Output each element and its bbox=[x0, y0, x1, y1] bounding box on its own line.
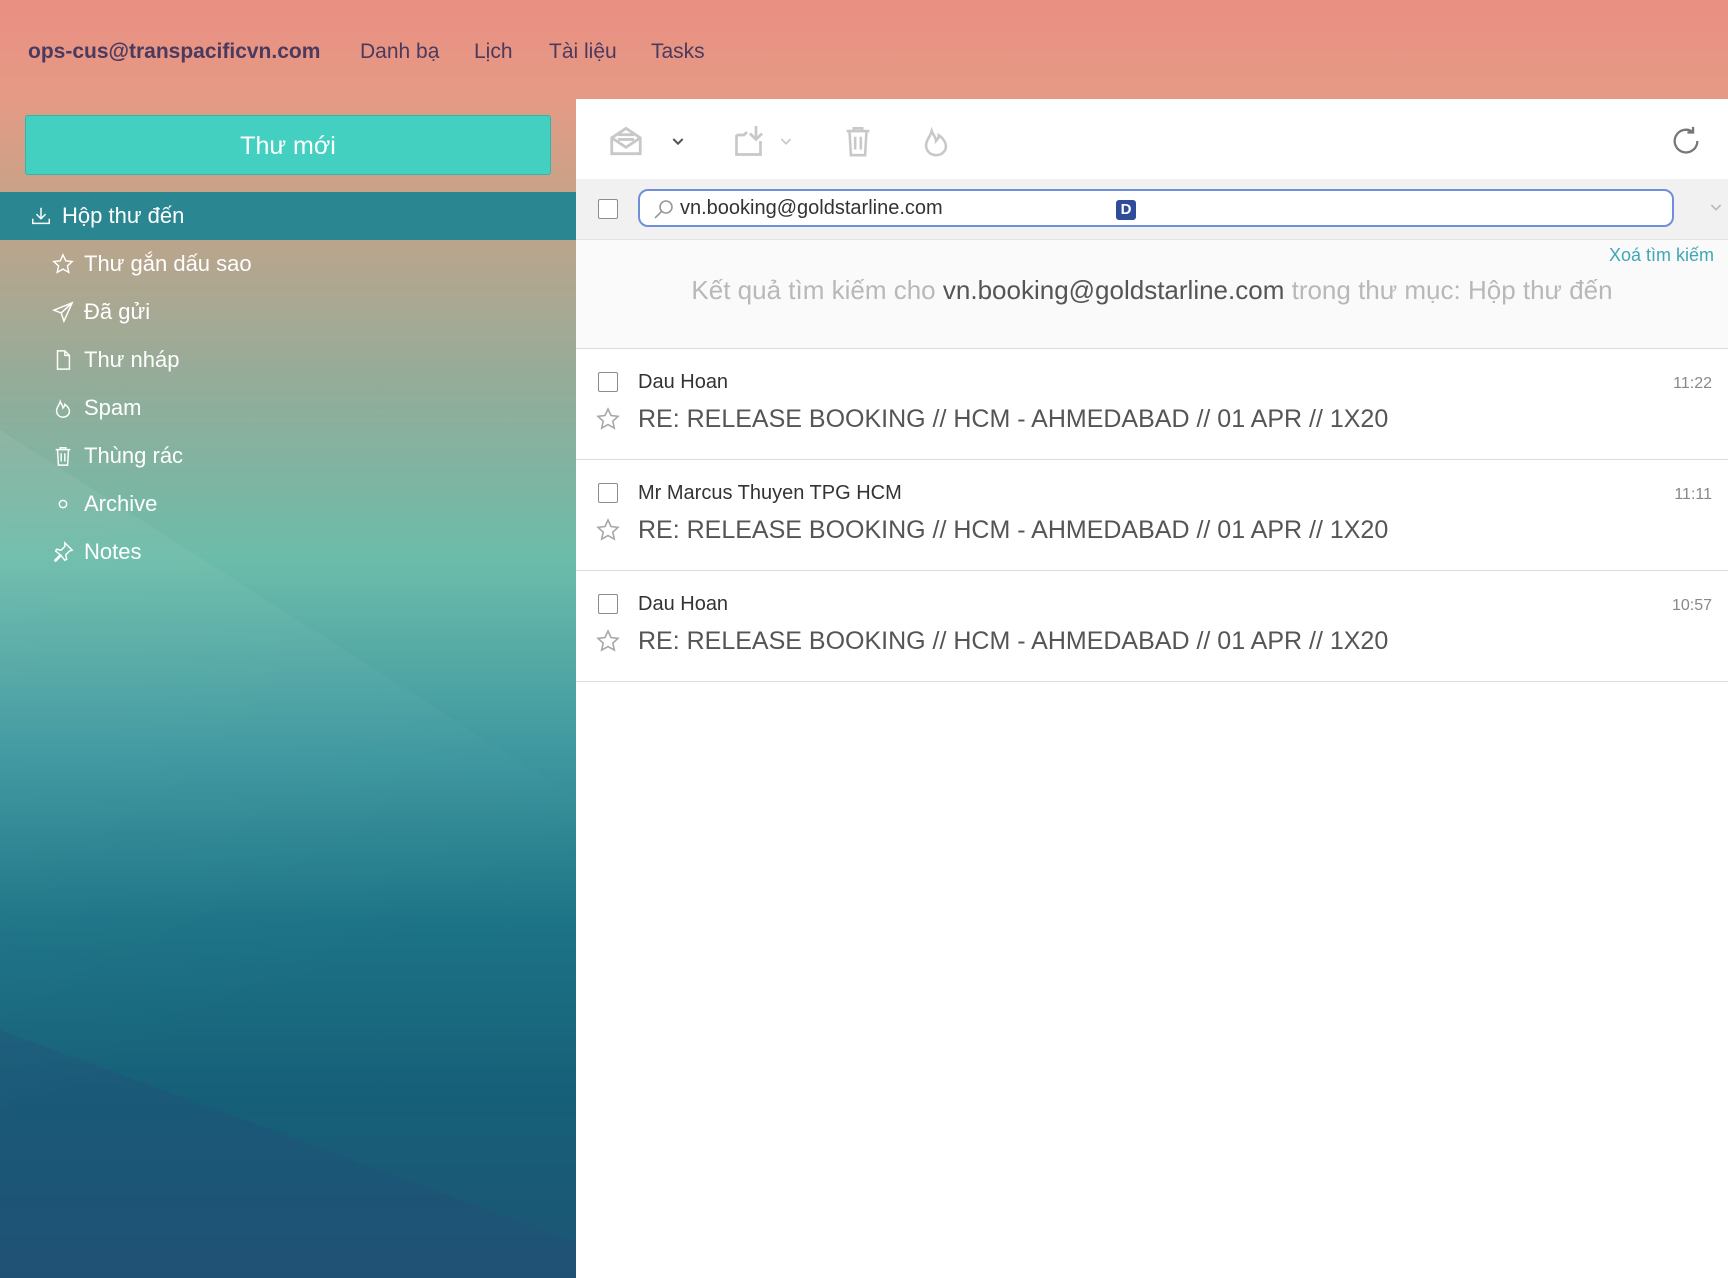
compose-button[interactable]: Thư mới bbox=[25, 115, 551, 175]
search-row: D bbox=[576, 179, 1728, 240]
sidebar-item-sent[interactable]: Đã gửi bbox=[0, 288, 576, 336]
message-row[interactable]: Dau Hoan 10:57 RE: RELEASE BOOKING // HC… bbox=[576, 571, 1728, 682]
inbox-download-icon bbox=[28, 203, 54, 229]
result-query: vn.booking@goldstarline.com bbox=[942, 275, 1285, 305]
clear-search-link[interactable]: Xoá tìm kiếm bbox=[1609, 245, 1714, 266]
message-sender: Mr Marcus Thuyen TPG HCM bbox=[638, 482, 902, 504]
search-result-text: Kết quả tìm kiếm cho vn.booking@goldstar… bbox=[576, 275, 1728, 306]
message-subject: RE: RELEASE BOOKING // HCM - AHMEDABAD /… bbox=[638, 627, 1389, 655]
sidebar-item-starred[interactable]: Thư gắn dấu sao bbox=[0, 240, 576, 288]
sidebar-item-label: Đã gửi bbox=[84, 299, 151, 324]
star-icon[interactable] bbox=[596, 629, 620, 653]
sidebar-item-label: Spam bbox=[84, 395, 142, 420]
move-folder-icon[interactable] bbox=[730, 121, 770, 161]
account-email[interactable]: ops-cus@transpacificvn.com bbox=[28, 40, 320, 64]
paper-plane-icon bbox=[50, 299, 76, 325]
chevron-down-icon[interactable] bbox=[666, 121, 690, 161]
sidebar-item-label: Thư gắn dấu sao bbox=[84, 251, 252, 276]
sidebar-item-label: Archive bbox=[84, 491, 158, 516]
message-subject: RE: RELEASE BOOKING // HCM - AHMEDABAD /… bbox=[638, 516, 1389, 544]
sidebar-item-spam[interactable]: Spam bbox=[0, 384, 576, 432]
message-row[interactable]: Dau Hoan 11:22 RE: RELEASE BOOKING // HC… bbox=[576, 349, 1728, 460]
result-prefix: Kết quả tìm kiếm cho bbox=[691, 275, 936, 305]
message-checkbox[interactable] bbox=[598, 594, 618, 614]
star-icon[interactable] bbox=[596, 407, 620, 431]
select-all-checkbox[interactable] bbox=[598, 199, 618, 219]
pin-icon bbox=[50, 539, 76, 565]
refresh-icon[interactable] bbox=[1666, 121, 1706, 161]
message-row[interactable]: Mr Marcus Thuyen TPG HCM 11:11 RE: RELEA… bbox=[576, 460, 1728, 571]
sidebar-item-label: Thư nháp bbox=[84, 347, 180, 372]
search-box[interactable]: D bbox=[638, 189, 1674, 227]
draft-document-icon bbox=[50, 347, 76, 373]
star-icon[interactable] bbox=[596, 518, 620, 542]
flame-icon[interactable] bbox=[916, 121, 956, 161]
star-icon bbox=[50, 251, 76, 277]
search-input[interactable] bbox=[680, 195, 1060, 221]
message-sender: Dau Hoan bbox=[638, 593, 729, 615]
nav-calendar[interactable]: Lịch bbox=[474, 40, 513, 64]
chevron-down-icon[interactable] bbox=[774, 121, 798, 161]
extension-badge[interactable]: D bbox=[1116, 200, 1136, 220]
sidebar-item-inbox[interactable]: Hộp thư đến bbox=[0, 192, 576, 240]
message-list-panel: D Xoá tìm kiếm Kết quả tìm kiếm cho vn.b… bbox=[576, 99, 1728, 1278]
message-time: 11:22 bbox=[1673, 375, 1712, 392]
flame-icon bbox=[50, 395, 76, 421]
message-checkbox[interactable] bbox=[598, 372, 618, 392]
sidebar-item-trash[interactable]: Thùng rác bbox=[0, 432, 576, 480]
search-icon bbox=[652, 197, 676, 221]
message-subject: RE: RELEASE BOOKING // HCM - AHMEDABAD /… bbox=[638, 405, 1389, 433]
message-time: 10:57 bbox=[1671, 597, 1712, 614]
sidebar-item-label: Hộp thư đến bbox=[62, 203, 185, 228]
top-bar: ops-cus@transpacificvn.com Danh bạ Lịch … bbox=[0, 0, 1728, 100]
sidebar-item-label: Thùng rác bbox=[84, 443, 184, 468]
circle-icon bbox=[50, 491, 76, 517]
toolbar bbox=[576, 99, 1728, 179]
trash-icon[interactable] bbox=[838, 121, 878, 161]
message-time: 11:11 bbox=[1674, 486, 1712, 503]
mark-read-icon[interactable] bbox=[606, 121, 646, 161]
message-checkbox[interactable] bbox=[598, 483, 618, 503]
nav-contacts[interactable]: Danh bạ bbox=[360, 40, 439, 64]
result-suffix: trong thư mục: Hộp thư đến bbox=[1291, 275, 1613, 305]
trash-icon bbox=[50, 443, 76, 469]
sidebar-item-drafts[interactable]: Thư nháp bbox=[0, 336, 576, 384]
chevron-down-icon[interactable] bbox=[1708, 199, 1728, 219]
message-sender: Dau Hoan bbox=[638, 371, 729, 393]
nav-documents[interactable]: Tài liệu bbox=[549, 40, 617, 64]
sidebar-item-label: Notes bbox=[84, 539, 142, 564]
sidebar-item-notes[interactable]: Notes bbox=[0, 528, 576, 576]
nav-tasks[interactable]: Tasks bbox=[651, 40, 705, 64]
sidebar-item-archive[interactable]: Archive bbox=[0, 480, 576, 528]
